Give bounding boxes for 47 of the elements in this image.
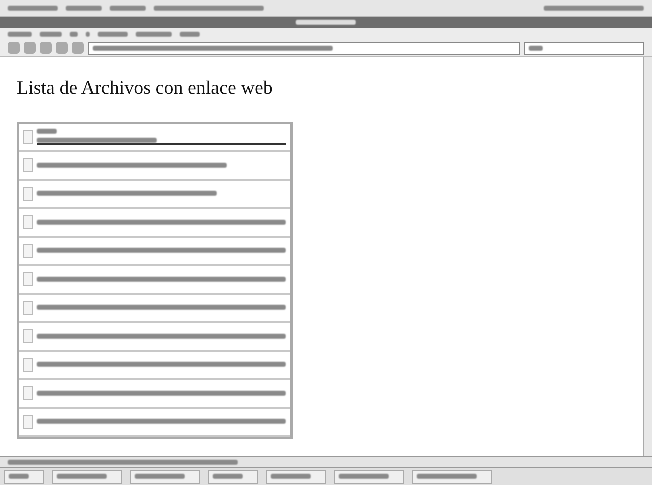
blurred-text-drawing — [66, 6, 102, 10]
blurred-text-drawing — [86, 32, 90, 36]
row-checkbox[interactable] — [23, 414, 33, 429]
page-heading: Lista de Archivos con enlace web — [17, 77, 274, 101]
row-checkbox[interactable] — [23, 386, 33, 400]
row-checkbox[interactable] — [23, 300, 33, 315]
blurred-text-drawing — [40, 32, 62, 36]
text-input-field[interactable] — [37, 128, 286, 145]
blurred-text-drawing — [8, 6, 58, 10]
taskbar-button[interactable] — [208, 470, 258, 484]
toolbar-icon[interactable] — [56, 42, 68, 54]
row-checkbox[interactable] — [23, 158, 33, 172]
blurred-text-drawing — [9, 474, 29, 479]
taskbar-button[interactable] — [334, 470, 404, 484]
taskbar-button[interactable] — [266, 470, 326, 484]
taskbar-button[interactable] — [412, 470, 492, 484]
row-checkbox[interactable] — [23, 358, 33, 372]
taskbar-button[interactable] — [130, 470, 200, 484]
blurred-text-drawing — [136, 32, 172, 36]
taskbar-button[interactable] — [52, 470, 122, 484]
row-checkbox[interactable] — [23, 244, 33, 258]
toolbar-icon[interactable] — [40, 42, 52, 54]
blurred-text-drawing — [417, 474, 477, 479]
scrollbar[interactable] — [643, 57, 652, 456]
toolbar-icon[interactable] — [24, 42, 36, 54]
blurred-text-drawing — [271, 474, 311, 479]
blurred-text-drawing — [57, 474, 107, 479]
window-title-drawing — [296, 20, 356, 25]
blurred-text-drawing — [98, 32, 128, 36]
blurred-text-drawing — [529, 46, 543, 50]
blurred-text-drawing — [339, 474, 389, 479]
toolbar-icon[interactable] — [8, 42, 20, 54]
row-checkbox[interactable] — [23, 215, 33, 230]
row-checkbox[interactable] — [23, 329, 33, 344]
blurred-text-drawing — [37, 128, 57, 134]
blurred-text-drawing — [213, 474, 243, 479]
blurred-text-drawing — [8, 32, 32, 36]
address-field[interactable] — [88, 42, 520, 54]
search-field[interactable] — [524, 42, 644, 54]
toolbar-icon[interactable] — [72, 42, 84, 54]
blurred-text-drawing — [135, 474, 185, 479]
row-checkbox[interactable] — [23, 186, 33, 201]
taskbar-button[interactable] — [4, 470, 44, 484]
row-checkbox[interactable] — [23, 272, 33, 286]
row-checkbox[interactable] — [23, 130, 33, 144]
blurred-text-drawing — [180, 32, 200, 36]
blurred-text-drawing — [110, 6, 146, 10]
